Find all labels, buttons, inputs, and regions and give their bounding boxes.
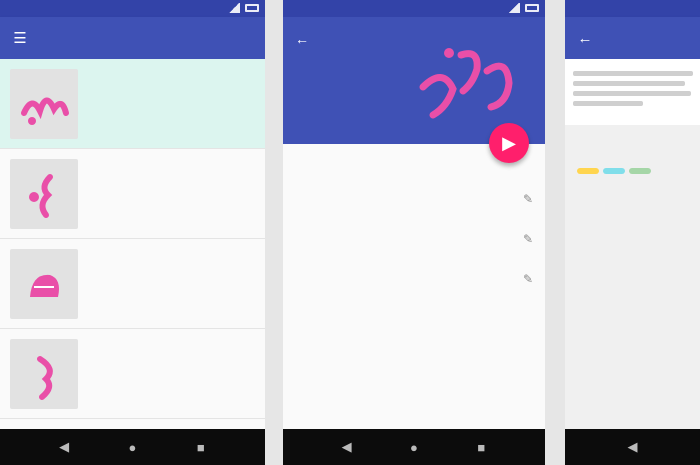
recents-nav-icon[interactable]: ■ — [472, 440, 490, 455]
app-toolbar: ☰ — [0, 17, 265, 59]
text-line — [573, 101, 643, 106]
battery-icon — [525, 4, 539, 12]
status-bar — [0, 0, 265, 17]
list-item[interactable] — [0, 149, 265, 239]
home-nav-icon[interactable]: ● — [405, 440, 423, 455]
item-list — [0, 59, 265, 419]
pencil-icon: ✎ — [522, 232, 533, 246]
status-bar — [283, 0, 545, 17]
app-toolbar: ← — [565, 17, 700, 59]
text-line — [573, 71, 693, 76]
item-thumbnail — [10, 159, 78, 229]
step-item[interactable] — [283, 301, 545, 341]
color-chip — [629, 168, 651, 174]
pink-figure-icon — [30, 274, 59, 297]
item-thumbnail — [10, 69, 78, 139]
system-nav-bar: ◀ ● ■ — [0, 429, 265, 465]
play-icon: ▶ — [502, 132, 516, 153]
list-item[interactable] — [0, 59, 265, 149]
color-chips — [577, 168, 651, 174]
back-nav-icon[interactable]: ◀ — [624, 439, 642, 455]
step-content — [565, 59, 700, 125]
arrow-back-icon[interactable]: ← — [577, 30, 593, 47]
signal-icon — [508, 3, 520, 13]
fab-play-button[interactable]: ▶ — [489, 123, 529, 163]
step-item[interactable] — [283, 341, 545, 381]
status-bar — [565, 0, 700, 17]
back-nav-icon[interactable]: ◀ — [338, 439, 356, 455]
step-item[interactable]: ✎ — [283, 181, 545, 221]
list-item[interactable] — [0, 239, 265, 329]
item-thumbnail — [10, 339, 78, 409]
pink-figure-icon — [21, 97, 69, 125]
arrow-back-icon[interactable]: ← — [295, 31, 309, 47]
pink-figure-icon — [29, 174, 53, 218]
battery-icon — [245, 4, 259, 12]
signal-icon — [228, 3, 240, 13]
pencil-icon: ✎ — [522, 192, 533, 206]
pencil-icon: ✎ — [522, 272, 533, 286]
text-line — [573, 91, 691, 96]
text-line — [573, 81, 685, 86]
back-nav-icon[interactable]: ◀ — [55, 439, 73, 455]
menu-icon[interactable]: ☰ — [12, 30, 28, 47]
color-chip — [603, 168, 625, 174]
item-thumbnail — [10, 249, 78, 319]
steps-list: ✎ ✎ ✎ — [283, 181, 545, 421]
system-nav-bar: ◀ — [565, 429, 700, 465]
color-chip — [577, 168, 599, 174]
phone-screen-list: ☰ ◀ ● ■ — [0, 0, 265, 465]
step-item[interactable]: ✎ — [283, 261, 545, 301]
step-item[interactable]: ✎ — [283, 221, 545, 261]
list-item[interactable] — [0, 329, 265, 419]
step-item[interactable] — [283, 381, 545, 421]
pink-figure-icon — [419, 48, 513, 119]
recents-nav-icon[interactable]: ■ — [192, 440, 210, 455]
phone-screen-detail: ← ▶ ✎ ✎ ✎ ◀ ● ■ — [283, 0, 545, 465]
phone-screen-step: ← ◀ — [565, 0, 700, 465]
home-nav-icon[interactable]: ● — [123, 440, 141, 455]
pink-figure-icon — [37, 356, 53, 400]
system-nav-bar: ◀ ● ■ — [283, 429, 545, 465]
